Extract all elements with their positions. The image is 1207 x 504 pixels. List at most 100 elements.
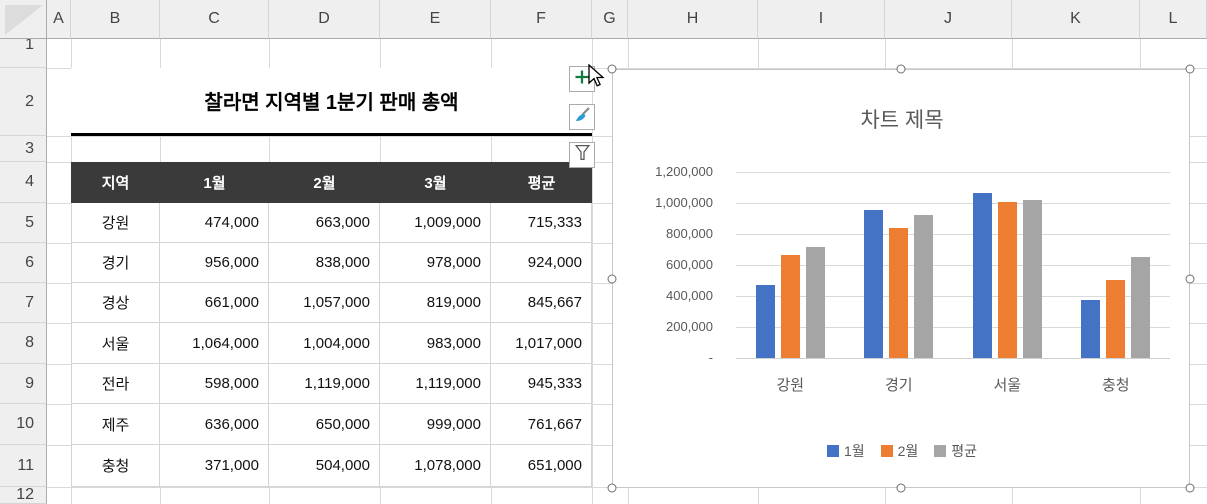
- row-header-5[interactable]: 5: [0, 203, 47, 243]
- table-header-3월[interactable]: 3월: [380, 162, 491, 203]
- row-header-1[interactable]: 1: [0, 39, 47, 68]
- column-header-F[interactable]: F: [491, 0, 592, 39]
- table-cell[interactable]: 945,333: [491, 364, 592, 404]
- bar-1월-강원[interactable]: [756, 285, 775, 358]
- chart-area[interactable]: 차트 제목 - 200,000 400,000 600,000 800,000 1,000…: [612, 69, 1190, 488]
- column-header-D[interactable]: D: [269, 0, 380, 39]
- table-cell[interactable]: 전라: [71, 364, 160, 404]
- row-header-3[interactable]: 3: [0, 136, 47, 162]
- x-axis-label-경기[interactable]: 경기: [859, 374, 939, 395]
- row-header-9[interactable]: 9: [0, 364, 47, 404]
- table-cell[interactable]: 1,017,000: [491, 323, 592, 364]
- table-cell[interactable]: 1,064,000: [160, 323, 269, 364]
- table-cell[interactable]: 845,667: [491, 283, 592, 323]
- selection-handle[interactable]: [607, 274, 617, 283]
- row-header-11[interactable]: 11: [0, 445, 47, 487]
- table-header-1월[interactable]: 1월: [160, 162, 269, 203]
- table-cell[interactable]: 1,119,000: [269, 364, 380, 404]
- selection-handle[interactable]: [607, 64, 617, 74]
- bar-2월-강원[interactable]: [781, 255, 800, 358]
- chart-gridline: [736, 265, 1170, 266]
- selection-handle[interactable]: [896, 483, 906, 493]
- table-cell[interactable]: 636,000: [160, 404, 269, 445]
- bar-2월-충청[interactable]: [1106, 280, 1125, 358]
- select-all-corner[interactable]: [0, 0, 47, 39]
- mouse-cursor-icon: [588, 64, 605, 87]
- table-cell[interactable]: 1,057,000: [269, 283, 380, 323]
- table-header-지역[interactable]: 지역: [71, 162, 160, 203]
- table-cell[interactable]: 761,667: [491, 404, 592, 445]
- table-cell[interactable]: 663,000: [269, 203, 380, 243]
- row-header-10[interactable]: 10: [0, 404, 47, 445]
- column-header-L[interactable]: L: [1140, 0, 1207, 39]
- table-cell[interactable]: 956,000: [160, 243, 269, 283]
- table-header-평균[interactable]: 평균: [491, 162, 592, 203]
- table-title-cell[interactable]: 찰라면 지역별 1분기 판매 총액: [71, 68, 592, 136]
- bar-평균-서울[interactable]: [1023, 200, 1042, 358]
- table-cell[interactable]: 651,000: [491, 445, 592, 487]
- column-header-A[interactable]: A: [47, 0, 71, 39]
- column-header-J[interactable]: J: [885, 0, 1012, 39]
- bar-1월-경기[interactable]: [864, 210, 883, 358]
- table-cell[interactable]: 서울: [71, 323, 160, 364]
- table-cell[interactable]: 371,000: [160, 445, 269, 487]
- table-cell[interactable]: 978,000: [380, 243, 491, 283]
- table-cell[interactable]: 강원: [71, 203, 160, 243]
- table-cell[interactable]: 경상: [71, 283, 160, 323]
- column-header-I[interactable]: I: [758, 0, 885, 39]
- table-cell[interactable]: 819,000: [380, 283, 491, 323]
- column-header-G[interactable]: G: [592, 0, 628, 39]
- table-cell[interactable]: 924,000: [491, 243, 592, 283]
- chart-legend[interactable]: 1월 2월 평균: [613, 441, 1191, 461]
- table-cell[interactable]: 1,009,000: [380, 203, 491, 243]
- table-cell[interactable]: 598,000: [160, 364, 269, 404]
- bar-1월-서울[interactable]: [973, 193, 992, 358]
- bar-1월-충청[interactable]: [1081, 300, 1100, 358]
- chart-styles-button[interactable]: [569, 104, 595, 130]
- table-cell[interactable]: 983,000: [380, 323, 491, 364]
- table-cell[interactable]: 1,078,000: [380, 445, 491, 487]
- selection-handle[interactable]: [1185, 483, 1195, 493]
- table-cell[interactable]: 650,000: [269, 404, 380, 445]
- column-header-E[interactable]: E: [380, 0, 491, 39]
- chart-title[interactable]: 차트 제목: [613, 104, 1191, 134]
- row-header-8[interactable]: 8: [0, 323, 47, 364]
- x-axis-label-강원[interactable]: 강원: [750, 374, 830, 395]
- column-header-K[interactable]: K: [1012, 0, 1140, 39]
- table-cell[interactable]: 504,000: [269, 445, 380, 487]
- table-cell[interactable]: 661,000: [160, 283, 269, 323]
- column-header-C[interactable]: C: [160, 0, 269, 39]
- x-axis-label-충청[interactable]: 충청: [1076, 374, 1156, 395]
- row-header-4[interactable]: 4: [0, 162, 47, 203]
- table-cell[interactable]: 838,000: [269, 243, 380, 283]
- selection-handle[interactable]: [607, 483, 617, 493]
- table-cell[interactable]: 1,119,000: [380, 364, 491, 404]
- legend-item-1월[interactable]: 1월: [826, 441, 865, 461]
- table-cell[interactable]: 715,333: [491, 203, 592, 243]
- bar-평균-충청[interactable]: [1131, 257, 1150, 358]
- bar-2월-서울[interactable]: [998, 202, 1017, 358]
- table-cell[interactable]: 충청: [71, 445, 160, 487]
- chart-filters-button[interactable]: [569, 142, 595, 168]
- table-cell[interactable]: 제주: [71, 404, 160, 445]
- bar-평균-경기[interactable]: [914, 215, 933, 358]
- table-cell[interactable]: 474,000: [160, 203, 269, 243]
- row-header-2[interactable]: 2: [0, 68, 47, 136]
- bar-평균-강원[interactable]: [806, 247, 825, 358]
- table-cell[interactable]: 1,004,000: [269, 323, 380, 364]
- bar-2월-경기[interactable]: [889, 228, 908, 358]
- table-header-2월[interactable]: 2월: [269, 162, 380, 203]
- row-header-7[interactable]: 7: [0, 283, 47, 323]
- column-header-B[interactable]: B: [71, 0, 160, 39]
- legend-item-평균[interactable]: 평균: [934, 441, 977, 461]
- selection-handle[interactable]: [1185, 274, 1195, 283]
- column-header-H[interactable]: H: [628, 0, 758, 39]
- legend-item-2월[interactable]: 2월: [880, 441, 918, 461]
- row-header-12[interactable]: 12: [0, 487, 47, 504]
- selection-handle[interactable]: [1185, 64, 1195, 74]
- table-cell[interactable]: 999,000: [380, 404, 491, 445]
- row-header-6[interactable]: 6: [0, 243, 47, 283]
- x-axis-label-서울[interactable]: 서울: [967, 374, 1047, 395]
- selection-handle[interactable]: [896, 64, 906, 74]
- table-cell[interactable]: 경기: [71, 243, 160, 283]
